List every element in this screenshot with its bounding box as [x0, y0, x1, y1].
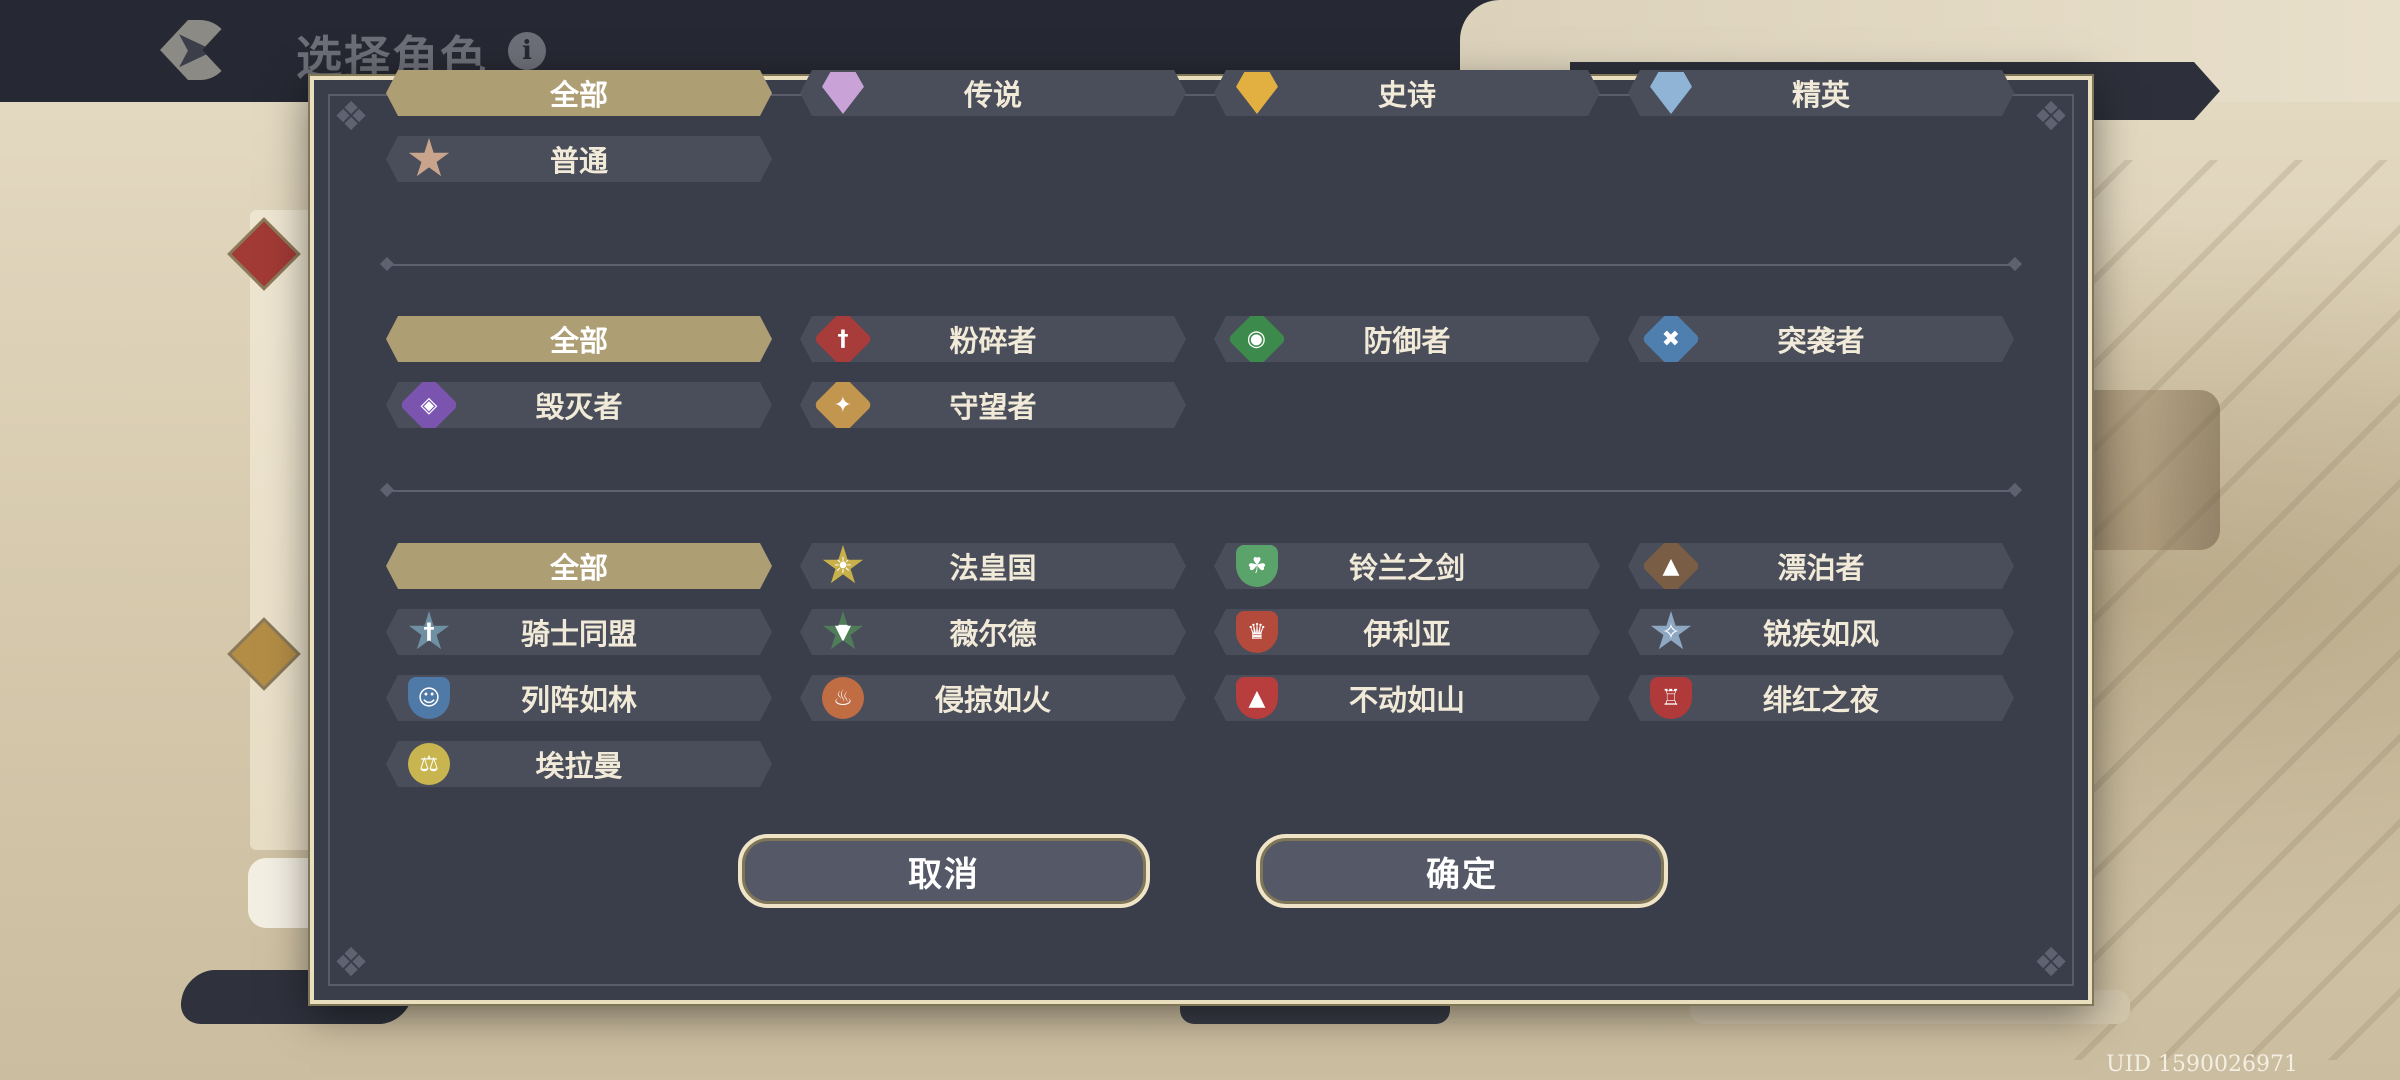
rarity-filter-option[interactable]: 传说	[800, 70, 1186, 116]
filter-option-label: 防御者	[1363, 324, 1451, 358]
filter-option-label: 漂泊者	[1777, 551, 1865, 585]
corner-ornament-icon: ❖	[2033, 940, 2069, 986]
faction-filter-option[interactable]: ♖ 绯红之夜	[1628, 675, 2014, 721]
filter-option-label: 史诗	[1377, 78, 1436, 112]
fire-faction-icon: ♨	[822, 677, 864, 719]
faction-filter-option[interactable]: ✧ 锐疾如风	[1628, 609, 2014, 655]
filter-option-label: 侵掠如火	[934, 683, 1051, 717]
rarity-filter-option[interactable]: 史诗	[1214, 70, 1600, 116]
elite-gem-icon	[1650, 72, 1692, 114]
filter-option-label: 突袭者	[1777, 324, 1865, 358]
faction-filter-option[interactable]: † 骑士同盟	[386, 609, 772, 655]
filter-modal: ❖ ❖ ❖ ❖ 全部 传说 史诗 精英 普通 全部 † 粉碎者 ◉ 防御者 ✖ 突袭者 ◈ 毁灭者 ✦ 守望…	[310, 76, 2092, 1004]
filter-option-label: 粉碎者	[949, 324, 1037, 358]
rarity-filter-option[interactable]: 全部	[386, 70, 772, 116]
filter-option-label: 传说	[963, 78, 1022, 112]
class-filter-option[interactable]: ✖ 突袭者	[1628, 316, 2014, 362]
faction-filter-option[interactable]: ♨ 侵掠如火	[800, 675, 1186, 721]
uid-label: UID 1590026971	[2106, 1052, 2298, 1077]
arcane-class-icon: ◈	[399, 375, 458, 434]
faction-filter-option[interactable]: ▲ 漂泊者	[1628, 543, 2014, 589]
faction-filter-option[interactable]: ▲ 不动如山	[1214, 675, 1600, 721]
scales-faction-icon: ⚖	[408, 743, 450, 785]
sword-class-icon: †	[813, 309, 872, 368]
class-filter-group: 全部 † 粉碎者 ◉ 防御者 ✖ 突袭者 ◈ 毁灭者 ✦ 守望者	[386, 316, 2016, 428]
wanderer-faction-icon: ▲	[1641, 536, 1700, 595]
legendary-gem-icon	[822, 72, 864, 114]
filter-option-label: 埃拉曼	[535, 749, 623, 783]
filter-option-label: 毁灭者	[535, 390, 623, 424]
faction-filter-group: 全部 ☀ 法皇国 ☘ 铃兰之剑 ▲ 漂泊者 † 骑士同盟 ▼ 薇尔德 ♛ 伊利亚 ✧ 锐疾如风 ☺ 列阵如林 ♨ 侵…	[386, 543, 2016, 787]
epic-gem-icon	[1236, 72, 1278, 114]
knight-wings-faction-icon: †	[408, 611, 450, 653]
filter-option-label: 铃兰之剑	[1348, 551, 1465, 585]
info-icon[interactable]: i	[508, 32, 546, 70]
filter-option-label: 不动如山	[1348, 683, 1465, 717]
modal-inner-border	[328, 94, 2074, 986]
corner-ornament-icon: ❖	[333, 940, 369, 986]
filter-option-label: 守望者	[949, 390, 1037, 424]
filter-option-label: 锐疾如风	[1762, 617, 1879, 651]
crown-faction-icon: ♛	[1236, 611, 1278, 653]
confirm-button[interactable]: 确定	[1256, 834, 1668, 908]
faction-filter-option[interactable]: ⚖ 埃拉曼	[386, 741, 772, 787]
faction-filter-option[interactable]: ▼ 薇尔德	[800, 609, 1186, 655]
background-quote-bubble	[248, 858, 308, 928]
crossed-blades-class-icon: ✖	[1641, 309, 1700, 368]
background-barrel	[2070, 390, 2220, 550]
class-filter-option[interactable]: ◉ 防御者	[1214, 316, 1600, 362]
filter-option-label: 绯红之夜	[1762, 683, 1879, 717]
filter-option-label: 薇尔德	[949, 617, 1037, 651]
wolf-faction-icon: ▼	[822, 611, 864, 653]
section-divider	[386, 490, 2016, 492]
filter-option-label: 全部	[549, 551, 608, 585]
crimson-tower-faction-icon: ♖	[1650, 677, 1692, 719]
rarity-filter-group: 全部 传说 史诗 精英普通	[386, 70, 2016, 182]
filter-option-label: 全部	[549, 324, 608, 358]
class-filter-option[interactable]: ◈ 毁灭者	[386, 382, 772, 428]
sun-faction-icon: ☀	[822, 545, 864, 587]
rarity-filter-option[interactable]: 精英	[1628, 70, 2014, 116]
filter-option-label: 列阵如林	[520, 683, 637, 717]
filter-option-label: 全部	[549, 78, 608, 112]
faction-filter-option[interactable]: ☘ 铃兰之剑	[1214, 543, 1600, 589]
corner-ornament-icon: ❖	[2033, 94, 2069, 140]
soldier-faction-icon: ☺	[408, 677, 450, 719]
shield-class-icon: ◉	[1227, 309, 1286, 368]
faction-filter-option[interactable]: 全部	[386, 543, 772, 589]
class-filter-option[interactable]: 全部	[386, 316, 772, 362]
mountain-shield-faction-icon: ▲	[1236, 677, 1278, 719]
faction-filter-option[interactable]: ♛ 伊利亚	[1214, 609, 1600, 655]
class-filter-option[interactable]: ✦ 守望者	[800, 382, 1186, 428]
filter-option-label: 精英	[1791, 78, 1850, 112]
rarity-filter-option[interactable]: 普通	[386, 136, 772, 182]
common-gem-icon	[408, 138, 450, 180]
faction-filter-option[interactable]: ☀ 法皇国	[800, 543, 1186, 589]
lily-shield-faction-icon: ☘	[1236, 545, 1278, 587]
section-divider	[386, 264, 2016, 266]
filter-option-label: 普通	[549, 144, 608, 178]
filter-option-label: 伊利亚	[1363, 617, 1451, 651]
class-filter-option[interactable]: † 粉碎者	[800, 316, 1186, 362]
compass-star-class-icon: ✦	[813, 375, 872, 434]
filter-option-label: 法皇国	[949, 551, 1037, 585]
faction-filter-option[interactable]: ☺ 列阵如林	[386, 675, 772, 721]
filter-option-label: 骑士同盟	[520, 617, 637, 651]
cancel-button[interactable]: 取消	[738, 834, 1150, 908]
background-floor	[2040, 160, 2400, 1060]
corner-ornament-icon: ❖	[333, 94, 369, 140]
wind-star-faction-icon: ✧	[1650, 611, 1692, 653]
